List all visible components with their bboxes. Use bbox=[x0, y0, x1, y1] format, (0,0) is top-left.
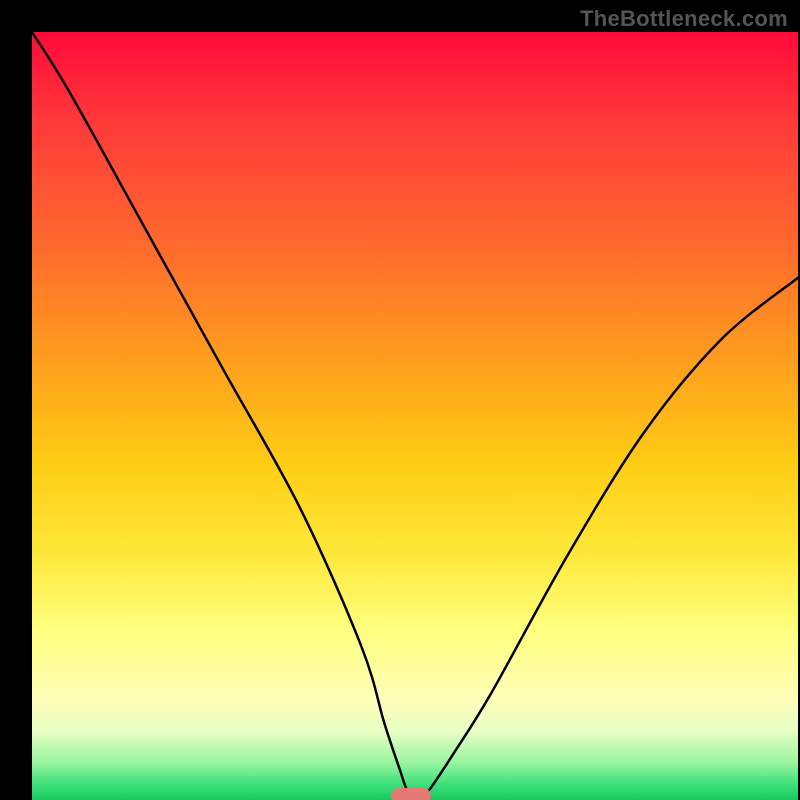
bottleneck-curve bbox=[32, 32, 798, 800]
plot-area bbox=[32, 32, 798, 800]
watermark-text: TheBottleneck.com bbox=[580, 6, 788, 32]
sweet-spot-marker bbox=[391, 788, 431, 800]
chart-frame: TheBottleneck.com bbox=[0, 0, 800, 800]
